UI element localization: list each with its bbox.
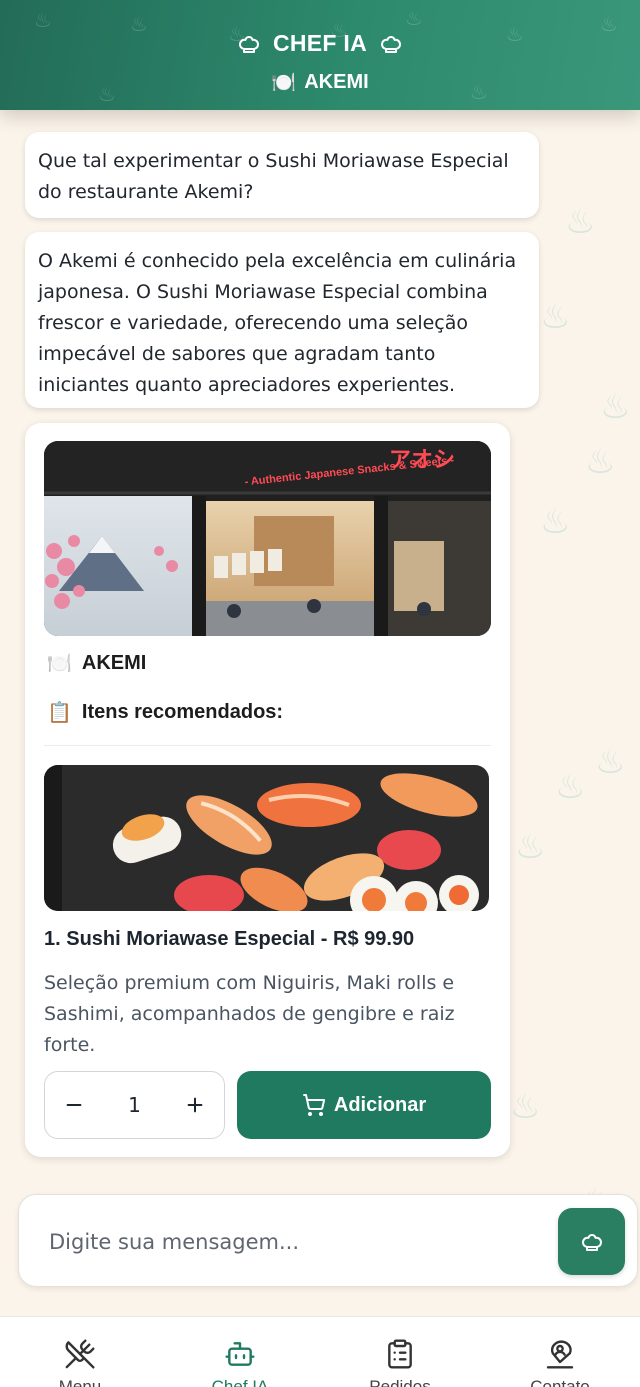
clipboard-icon: 📋 (47, 702, 72, 724)
quantity-value: 1 (128, 1093, 141, 1117)
sign-text-jp: アオシ (389, 448, 455, 473)
send-button[interactable] (558, 1208, 625, 1275)
chef-hat-icon (238, 35, 259, 53)
app-title: CHEF IA (272, 30, 368, 56)
header-restaurant: 🍽️ AKEMI (0, 70, 640, 95)
decrease-quantity-button[interactable] (57, 1088, 91, 1122)
dish-title: 1. Sushi Moriawase Especial - R$ 99.90 (44, 928, 415, 950)
add-to-cart-button[interactable]: Adicionar (237, 1071, 491, 1139)
nav-label-pedidos: Pedidos (369, 1377, 431, 1387)
app-header: ♨ ♨ ♨ ♨ ♨ ♨ ♨ ♨ ♨ CHEF IA 🍽️ AKEMI (0, 0, 640, 110)
message-input[interactable] (49, 1217, 549, 1267)
bottom-nav: Menu Chef IA Pedidos Contato (0, 1316, 640, 1387)
recommended-heading: 📋 Itens recomendados: (47, 700, 283, 725)
header-title: CHEF IA (0, 30, 640, 57)
message-text: Que tal experimentar o Sushi Moriawase E… (38, 150, 509, 203)
nav-label-menu: Menu (58, 1377, 102, 1387)
bot-message: Que tal experimentar o Sushi Moriawase E… (25, 132, 539, 218)
card-restaurant-name: AKEMI (81, 652, 147, 674)
chat-area[interactable]: Que tal experimentar o Sushi Moriawase E… (0, 110, 640, 1180)
message-composer (18, 1194, 638, 1287)
card-restaurant: 🍽️ AKEMI (47, 651, 146, 676)
message-text: O Akemi é conhecido pela excelência em c… (38, 250, 517, 396)
quantity-stepper: 1 (44, 1071, 225, 1139)
plus-icon (187, 1097, 203, 1113)
chef-hat-icon (581, 1233, 602, 1251)
dish-photo (44, 765, 489, 911)
plate-icon: 🍽️ (271, 72, 297, 94)
chef-hat-icon (381, 35, 402, 53)
nav-item-menu[interactable]: Menu (0, 1317, 160, 1387)
nav-item-pedidos[interactable]: Pedidos (320, 1317, 480, 1387)
clipboard-list-icon (388, 1339, 412, 1369)
dish-description: Seleção premium com Niguiris, Maki rolls… (44, 972, 455, 1056)
recommendation-card: - Authentic Japanese Snacks & Sweets - ア… (25, 423, 510, 1157)
bot-message: O Akemi é conhecido pela excelência em c… (25, 232, 539, 408)
divider (44, 745, 491, 746)
nav-label-contato: Contato (530, 1377, 590, 1387)
restaurant-name: AKEMI (304, 71, 369, 93)
increase-quantity-button[interactable] (178, 1088, 212, 1122)
nav-label-chef-ia: Chef IA (211, 1377, 269, 1387)
map-pin-user-icon (546, 1340, 574, 1369)
nav-item-contato[interactable]: Contato (480, 1317, 640, 1387)
add-button-label: Adicionar (333, 1093, 427, 1116)
nav-item-chef-ia[interactable]: Chef IA (160, 1317, 320, 1387)
robot-icon (225, 1342, 255, 1366)
cart-icon (302, 1094, 325, 1116)
recommended-heading-text: Itens recomendados: (81, 701, 284, 723)
minus-icon (66, 1103, 82, 1107)
plate-icon: 🍽️ (47, 653, 72, 675)
utensils-crossed-icon (65, 1339, 95, 1369)
restaurant-photo: - Authentic Japanese Snacks & Sweets - ア… (44, 441, 491, 636)
